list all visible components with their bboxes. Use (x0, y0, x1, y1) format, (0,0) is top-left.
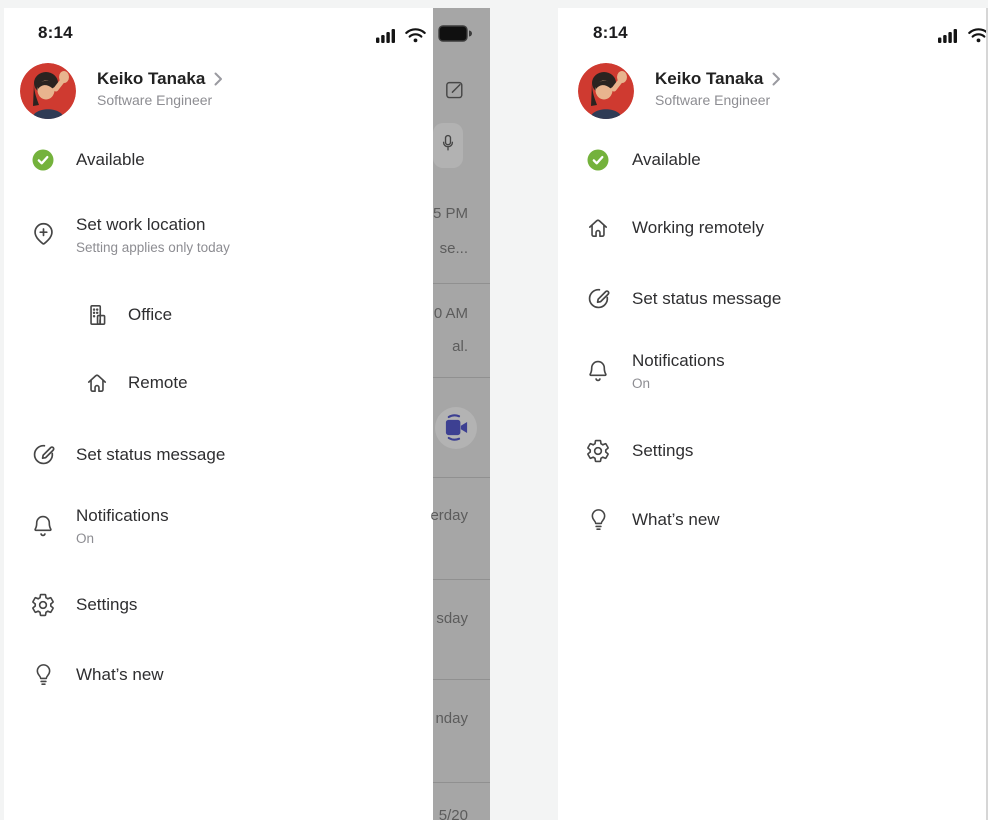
dimmed-timestamp: 5/20 (439, 807, 468, 820)
menu-item-set-status-message[interactable]: Set status message (583, 285, 781, 312)
available-badge-icon (583, 149, 613, 171)
profile-role: Software Engineer (97, 92, 223, 108)
gear-icon (28, 592, 58, 618)
dimmed-timestamp: 5 PM (433, 205, 468, 222)
lightbulb-icon (583, 506, 613, 534)
dimmed-timestamp: sday (436, 610, 468, 627)
lightbulb-icon (28, 661, 58, 689)
menu-item-settings[interactable]: Settings (583, 438, 693, 464)
dimmed-background-app: 5 PM se... 0 AM al. erday sday nday 5/20 (433, 8, 490, 820)
edit-status-icon (28, 441, 58, 468)
dimmed-text: al. (452, 338, 468, 355)
avatar[interactable] (578, 63, 634, 119)
menu-item-notifications[interactable]: Notifications On (28, 505, 169, 547)
home-icon (583, 215, 613, 241)
list-divider (433, 679, 490, 680)
left-screenshot-account-drawer: 8:14 Kei (4, 8, 490, 820)
profile-header[interactable]: Keiko Tanaka Software Engineer (655, 69, 781, 108)
menu-item-working-remotely[interactable]: Working remotely (583, 215, 764, 241)
status-bar-time: 8:14 (38, 23, 73, 43)
available-badge-icon (28, 149, 58, 171)
signal-strength-icon (376, 28, 399, 43)
list-divider (433, 782, 490, 783)
bell-icon (28, 512, 58, 540)
video-camera-icon (441, 412, 472, 443)
edit-status-icon (583, 285, 613, 312)
location-add-icon (28, 220, 58, 250)
menu-item-office[interactable]: Office (82, 302, 172, 328)
two-screenshot-comparison: 8:14 Kei (0, 0, 988, 820)
menu-item-notifications[interactable]: Notifications On (583, 350, 725, 392)
chevron-right-icon (772, 72, 781, 86)
building-icon (82, 302, 112, 328)
menu-item-availability[interactable]: Available (28, 149, 145, 171)
menu-item-set-work-location[interactable]: Set work location Setting applies only t… (28, 214, 230, 256)
menu-item-set-status-message[interactable]: Set status message (28, 441, 225, 468)
profile-role: Software Engineer (655, 92, 781, 108)
dimmed-text: se... (440, 240, 468, 257)
chevron-right-icon (214, 72, 223, 86)
signal-strength-icon (938, 28, 961, 43)
profile-header[interactable]: Keiko Tanaka Software Engineer (97, 69, 223, 108)
wifi-icon (967, 27, 988, 43)
menu-item-settings[interactable]: Settings (28, 592, 137, 618)
gear-icon (583, 438, 613, 464)
bell-icon (583, 357, 613, 385)
menu-item-whats-new[interactable]: What’s new (28, 661, 164, 689)
list-divider (433, 477, 490, 478)
avatar[interactable] (20, 63, 76, 119)
dimmed-timestamp: 0 AM (434, 305, 468, 322)
battery-icon (438, 25, 472, 42)
list-divider (433, 377, 490, 378)
profile-name: Keiko Tanaka (655, 69, 763, 89)
status-bar-time: 8:14 (593, 23, 628, 43)
profile-name: Keiko Tanaka (97, 69, 205, 89)
avatar-photo (578, 63, 634, 119)
menu-item-remote[interactable]: Remote (82, 370, 188, 396)
right-screenshot-account-drawer: 8:14 Keiko Ta (558, 8, 988, 820)
list-divider (433, 283, 490, 284)
menu-item-whats-new[interactable]: What’s new (583, 506, 720, 534)
home-icon (82, 370, 112, 396)
dimmed-timestamp: nday (435, 710, 468, 727)
dimmed-timestamp: erday (430, 507, 468, 524)
compose-icon (443, 78, 466, 101)
avatar-photo (20, 63, 76, 119)
list-divider (433, 579, 490, 580)
menu-item-availability[interactable]: Available (583, 149, 701, 171)
mic-icon (437, 131, 459, 157)
wifi-icon (404, 27, 427, 43)
